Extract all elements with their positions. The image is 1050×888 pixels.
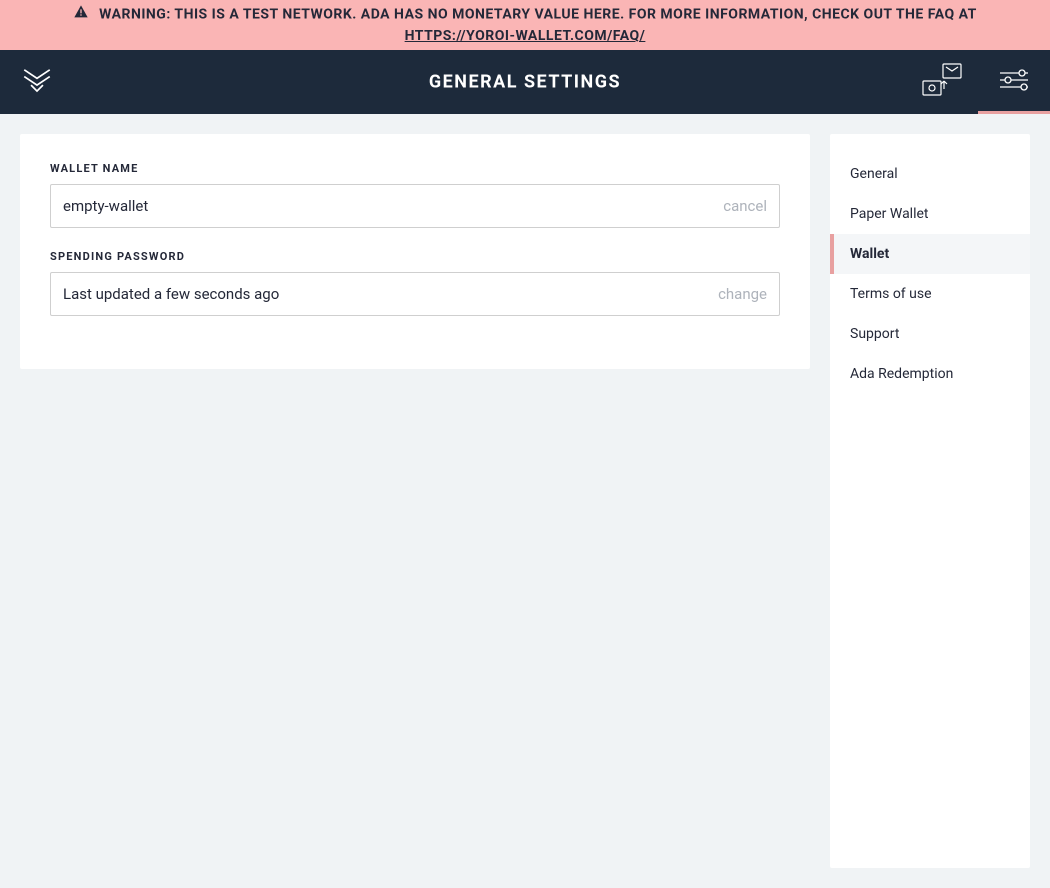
- wallet-name-cancel-button[interactable]: cancel: [723, 197, 767, 215]
- sidebar-item-label: Support: [850, 326, 899, 342]
- sidebar-item-paper-wallet[interactable]: Paper Wallet: [830, 194, 1030, 234]
- faq-link[interactable]: HTTPS://YOROI-WALLET.COM/FAQ/: [405, 28, 646, 44]
- settings-nav-button[interactable]: [978, 50, 1050, 114]
- wallets-nav-button[interactable]: [906, 50, 978, 114]
- settings-sidebar: General Paper Wallet Wallet Terms of use…: [830, 134, 1030, 868]
- spending-password-status: Last updated a few seconds ago: [63, 285, 708, 303]
- wallet-name-field-box: cancel: [50, 184, 780, 228]
- sidebar-item-label: Ada Redemption: [850, 366, 953, 382]
- sidebar-item-support[interactable]: Support: [830, 314, 1030, 354]
- sidebar-item-label: Paper Wallet: [850, 206, 929, 222]
- wallet-name-input[interactable]: [63, 197, 713, 215]
- sidebar-item-label: General: [850, 166, 898, 182]
- warning-triangle-icon: [73, 4, 89, 26]
- spending-password-field-group: SPENDING PASSWORD Last updated a few sec…: [50, 250, 780, 316]
- topbar: GENERAL SETTINGS: [0, 50, 1050, 114]
- wallets-icon: [919, 61, 965, 103]
- page-title: GENERAL SETTINGS: [429, 72, 621, 93]
- spending-password-change-button[interactable]: change: [718, 285, 767, 303]
- wallet-name-field-group: WALLET NAME cancel: [50, 162, 780, 228]
- sidebar-item-wallet[interactable]: Wallet: [830, 234, 1030, 274]
- spending-password-field-box: Last updated a few seconds ago change: [50, 272, 780, 316]
- sidebar-item-general[interactable]: General: [830, 154, 1030, 194]
- sidebar-item-label: Terms of use: [850, 286, 932, 302]
- warning-text: WARNING: THIS IS A TEST NETWORK. ADA HAS…: [99, 7, 977, 23]
- test-network-warning-banner: WARNING: THIS IS A TEST NETWORK. ADA HAS…: [0, 0, 1050, 50]
- sidebar-item-ada-redemption[interactable]: Ada Redemption: [830, 354, 1030, 394]
- yoroi-logo-icon[interactable]: [20, 63, 54, 101]
- sidebar-item-label: Wallet: [850, 246, 889, 262]
- settings-form-panel: WALLET NAME cancel SPENDING PASSWORD Las…: [20, 134, 810, 369]
- spending-password-label: SPENDING PASSWORD: [50, 250, 780, 263]
- sliders-icon: [998, 68, 1030, 96]
- sidebar-item-terms-of-use[interactable]: Terms of use: [830, 274, 1030, 314]
- wallet-name-label: WALLET NAME: [50, 162, 780, 175]
